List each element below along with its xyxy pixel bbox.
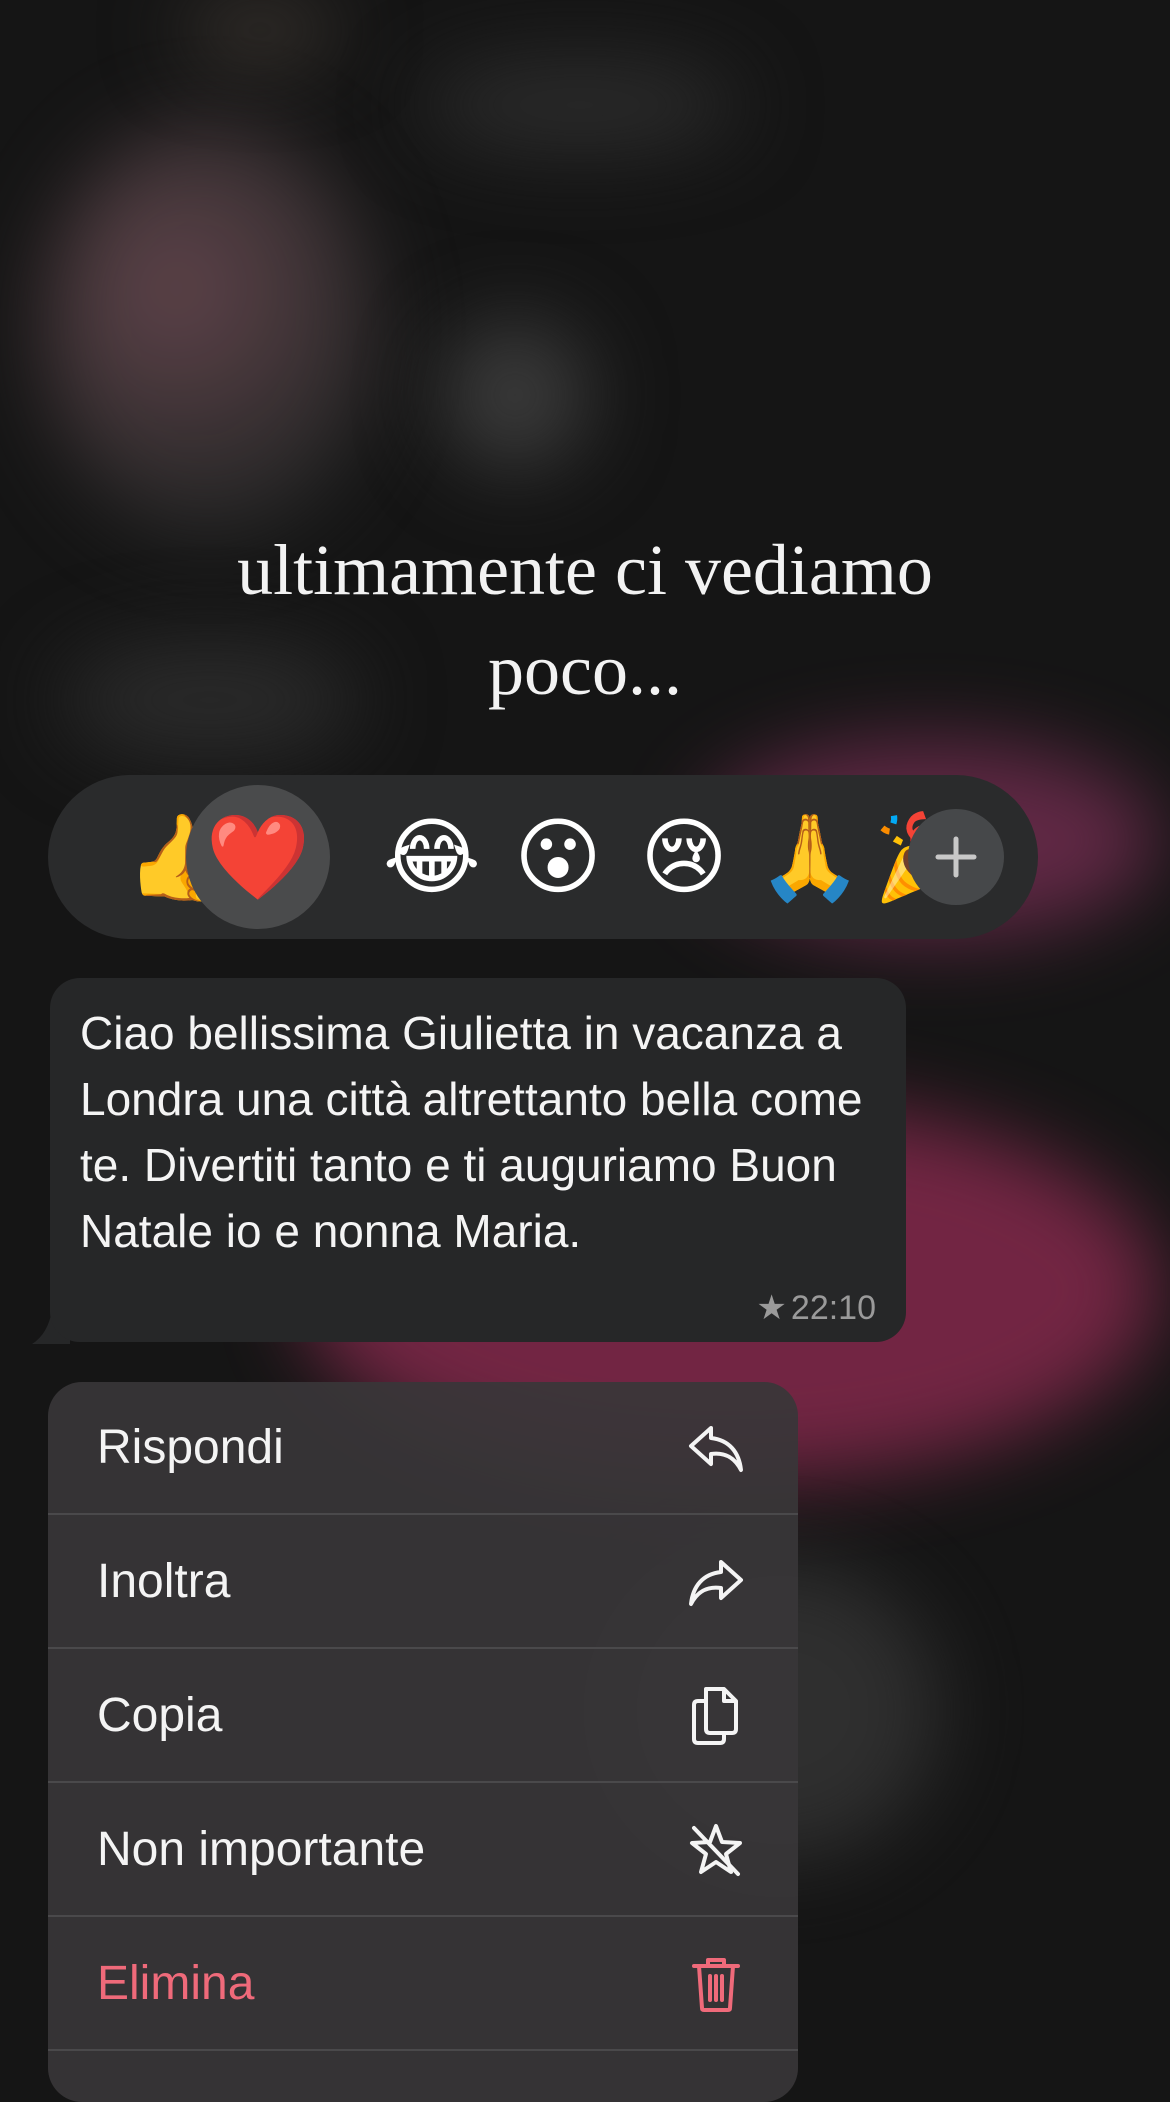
reply-icon: [686, 1418, 746, 1478]
menu-item-inoltra[interactable]: Inoltra: [48, 1516, 798, 1649]
star-icon: ★: [756, 1289, 787, 1327]
background-blur: [40, 120, 380, 540]
reaction-crying[interactable]: 😢: [624, 797, 744, 917]
copy-icon: [686, 1686, 746, 1746]
plus-icon: [935, 836, 977, 878]
menu-item-label: Copia: [97, 1689, 223, 1742]
menu-item-label: Rispondi: [97, 1421, 284, 1474]
message-time: 22:10: [790, 1288, 876, 1327]
reaction-laughing[interactable]: 😂: [372, 797, 492, 917]
menu-item-label: Elimina: [97, 1957, 255, 2010]
message-bubble[interactable]: Ciao bellissima Giulietta in vacanza a L…: [50, 978, 906, 1342]
message-meta: ★ 22:10: [756, 1288, 876, 1328]
caption-line-1: ultimamente ci vediamo: [237, 530, 933, 610]
caption-line-2: poco...: [488, 630, 682, 710]
background-blur: [420, 60, 740, 150]
reaction-pray[interactable]: 🙏: [750, 797, 870, 917]
image-caption: ultimamente ci vediamo poco...: [0, 520, 1170, 720]
forward-icon: [686, 1552, 746, 1612]
background-blur: [440, 320, 590, 470]
menu-item-non-importante[interactable]: Non importante: [48, 1784, 798, 1917]
menu-item-copia[interactable]: Copia: [48, 1650, 798, 1783]
trash-icon: [686, 1954, 746, 2014]
reaction-heart-selected[interactable]: ❤️: [186, 785, 330, 929]
menu-item-label: Inoltra: [97, 1555, 231, 1608]
background-blur: [180, 0, 340, 60]
message-text: Ciao bellissima Giulietta in vacanza a L…: [80, 1007, 863, 1257]
menu-item-elimina[interactable]: Elimina: [48, 1918, 798, 2051]
more-reactions-button[interactable]: [908, 809, 1004, 905]
reaction-bar: 👍 ❤️ 😂 😮 😢 🙏 🎉: [48, 775, 1038, 939]
reaction-surprised[interactable]: 😮: [498, 797, 618, 917]
unstar-icon: [686, 1820, 746, 1880]
menu-item-rispondi[interactable]: Rispondi: [48, 1382, 798, 1515]
menu-item-label: Non importante: [97, 1823, 426, 1876]
context-menu: Rispondi Inoltra Copia Non importante El…: [48, 1382, 798, 2102]
